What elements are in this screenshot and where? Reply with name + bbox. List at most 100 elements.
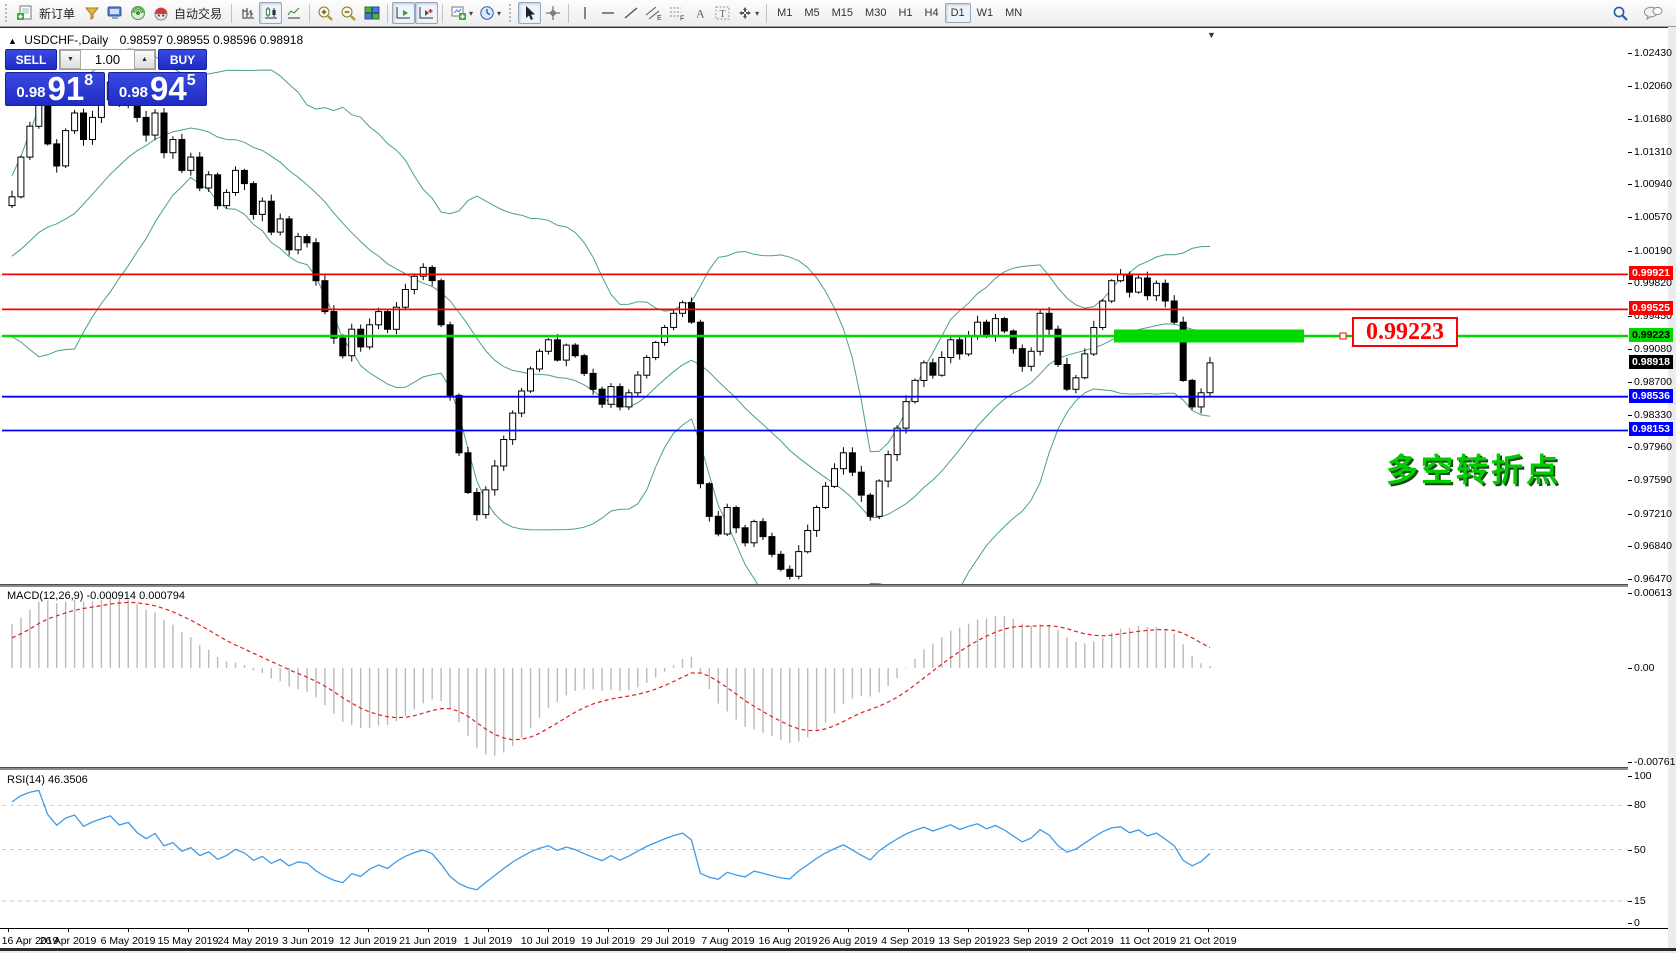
- candle-body: [607, 386, 615, 405]
- auto-scroll-icon: [396, 7, 411, 19]
- date-axis[interactable]: 16 Apr 2019 26 Apr 2019 6 May 2019 15 May 2…: [0, 928, 1668, 950]
- autotrading-label[interactable]: 自动交易: [172, 5, 227, 22]
- price-axis[interactable]: 1.02430 1.02060 1.01680 1.01310 1.00940 1.005…: [1628, 28, 1676, 929]
- candle-body: [26, 125, 34, 158]
- level-highlight-bar[interactable]: [1114, 329, 1304, 343]
- candle-body: [857, 471, 865, 496]
- terminal-button[interactable]: [103, 2, 126, 24]
- candle-body: [1081, 353, 1089, 379]
- price-axis-tick: [1628, 152, 1632, 153]
- zoom-out-button[interactable]: [337, 2, 360, 24]
- candle-body: [80, 112, 87, 140]
- crosshair-button[interactable]: [541, 2, 564, 24]
- timeframe-MN[interactable]: MN: [999, 3, 1028, 23]
- metaeditor-button[interactable]: [80, 2, 103, 24]
- search-button[interactable]: [1609, 2, 1632, 24]
- sell-price-big: 91: [47, 69, 85, 107]
- text-button[interactable]: A: [688, 2, 711, 24]
- vertical-line-button[interactable]: [573, 2, 596, 24]
- sell-quote[interactable]: 0.98 91 8: [5, 72, 105, 106]
- candle-body: [1036, 312, 1044, 352]
- signals-button[interactable]: [126, 2, 149, 24]
- candle-body: [232, 169, 239, 193]
- candle-body: [866, 494, 874, 517]
- buy-quote[interactable]: 0.98 94 5: [107, 72, 207, 106]
- tile-windows-icon: [364, 6, 380, 20]
- candle-body: [375, 311, 383, 326]
- candle-body: [410, 275, 418, 291]
- equidistant-channel-button[interactable]: E: [642, 2, 665, 24]
- autotrading-button[interactable]: [149, 2, 172, 24]
- candlestick-chart-button[interactable]: [259, 2, 283, 24]
- new-order-button[interactable]: [14, 2, 37, 24]
- auto-scroll-button[interactable]: [392, 2, 416, 24]
- new-order-label[interactable]: 新订单: [37, 5, 80, 22]
- volume-increase-button[interactable]: ▲: [134, 50, 155, 69]
- candle-body: [804, 530, 812, 553]
- period-button[interactable]: ▾: [476, 2, 504, 24]
- price-level-annotation[interactable]: 0.99223: [1352, 317, 1458, 347]
- candle-body: [777, 553, 785, 570]
- autotrading-icon: [154, 7, 168, 21]
- price-axis-tick: [1628, 184, 1632, 185]
- chat-button[interactable]: [1640, 2, 1666, 24]
- candle-body: [62, 130, 70, 167]
- volume-value[interactable]: 1.00: [81, 50, 134, 69]
- fibonacci-button[interactable]: F: [665, 2, 688, 24]
- rsi-pane[interactable]: [2, 770, 1628, 928]
- macd-pane[interactable]: [2, 587, 1628, 767]
- ohlc-values: 0.98597 0.98955 0.98596 0.98918: [119, 33, 304, 47]
- date-tick: [8, 928, 9, 932]
- price-chart-pane[interactable]: [2, 30, 1628, 584]
- candle-body: [196, 156, 204, 189]
- candle-body: [276, 218, 284, 233]
- window-bottom-border: [0, 948, 1676, 951]
- horizontal-line-button[interactable]: [596, 2, 619, 24]
- date-label: 1 Jul 2019: [463, 935, 513, 947]
- timeframe-D1[interactable]: D1: [944, 3, 971, 23]
- svg-text:T: T: [720, 9, 726, 20]
- timeframe-M15[interactable]: M15: [826, 3, 859, 23]
- arrows-button[interactable]: ▾: [734, 2, 762, 24]
- zoom-in-button[interactable]: [314, 2, 337, 24]
- candle-body: [330, 311, 338, 339]
- level-anchor-handle[interactable]: [1339, 332, 1347, 340]
- date-tick: [128, 928, 129, 932]
- main-toolbar: 新订单 自动交易 ▾ ▾ E F A T ▾ M1 M5 M15 M30 H1 …: [0, 0, 1676, 27]
- new-chart-button[interactable]: ▾: [447, 2, 476, 24]
- date-label: 26 Aug 2019: [818, 935, 878, 947]
- date-label: 24 May 2019: [217, 935, 279, 947]
- bar-chart-button[interactable]: [236, 2, 259, 24]
- trendline-button[interactable]: [619, 2, 642, 24]
- price-axis-tick: [1628, 579, 1632, 580]
- cursor-button[interactable]: [518, 2, 542, 24]
- chart-title: ▲ USDCHF-,Daily 0.98597 0.98955 0.98596 …: [8, 33, 303, 47]
- chart-shift-button[interactable]: [415, 2, 439, 24]
- toolbar-separator: [231, 3, 233, 23]
- candle-body: [285, 218, 293, 251]
- text-label-button[interactable]: T: [711, 2, 734, 24]
- candle-body: [571, 344, 579, 357]
- sell-button[interactable]: SELL: [5, 49, 57, 70]
- price-axis-label: 1.02060: [1634, 80, 1672, 92]
- terminal-icon: [107, 6, 122, 19]
- timeframe-H4[interactable]: H4: [919, 3, 945, 23]
- line-chart-button[interactable]: [282, 2, 305, 24]
- buy-button[interactable]: BUY: [158, 49, 207, 70]
- timeframe-M5[interactable]: M5: [798, 3, 825, 23]
- candle-body: [384, 311, 391, 330]
- price-axis-label: 0.96470: [1634, 573, 1672, 585]
- tile-windows-button[interactable]: [360, 2, 383, 24]
- collapse-panel-arrow[interactable]: ▲: [8, 36, 17, 46]
- volume-decrease-button[interactable]: ▼: [60, 50, 81, 69]
- current-price-tag: 0.98918: [1629, 355, 1673, 369]
- timeframe-M30[interactable]: M30: [859, 3, 892, 23]
- candle-body: [392, 306, 400, 330]
- turning-point-note[interactable]: 多空转折点: [1386, 445, 1561, 491]
- dropdown-caret: ▾: [469, 8, 474, 18]
- timeframe-M1[interactable]: M1: [771, 3, 798, 23]
- timeframe-H1[interactable]: H1: [892, 3, 918, 23]
- timeframe-W1[interactable]: W1: [971, 3, 1000, 23]
- candle-body: [71, 112, 79, 132]
- rsi-axis-tick: [1628, 776, 1632, 777]
